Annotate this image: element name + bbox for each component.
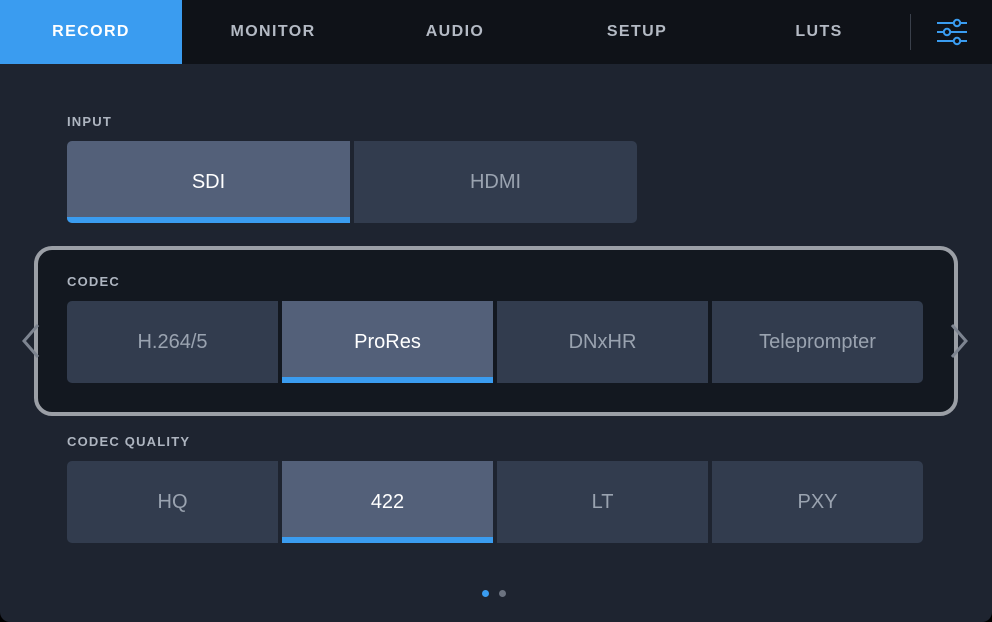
input-option-hdmi[interactable]: HDMI	[354, 141, 637, 223]
selected-indicator	[67, 217, 350, 223]
codec-label: CODEC	[67, 274, 120, 289]
tab-record[interactable]: RECORD	[0, 0, 182, 64]
selected-indicator	[282, 377, 493, 383]
tab-audio[interactable]: AUDIO	[364, 0, 546, 64]
option-label: HQ	[157, 490, 188, 513]
tab-luts[interactable]: LUTS	[728, 0, 910, 64]
option-label: Teleprompter	[759, 330, 876, 353]
codec-option-teleprompter[interactable]: Teleprompter	[712, 301, 923, 383]
page-indicator	[482, 590, 506, 597]
chevron-left-icon[interactable]	[20, 322, 42, 360]
option-label: LT	[591, 490, 614, 513]
codec-option-dnxhr[interactable]: DNxHR	[497, 301, 708, 383]
option-label: ProRes	[354, 330, 421, 353]
option-label: DNxHR	[568, 330, 637, 353]
option-label: SDI	[191, 170, 226, 193]
record-screen: RECORD MONITOR AUDIO SETUP LUTS INPUT SD…	[0, 0, 992, 622]
option-label: PXY	[797, 490, 838, 513]
option-label: HDMI	[469, 170, 522, 193]
quality-option-hq[interactable]: HQ	[67, 461, 278, 543]
chevron-right-icon[interactable]	[948, 322, 970, 360]
codec-quality-selector: HQ 422 LT PXY	[67, 461, 923, 543]
option-label: 422	[370, 490, 405, 513]
input-label: INPUT	[67, 114, 112, 129]
quality-option-pxy[interactable]: PXY	[712, 461, 923, 543]
option-label: H.264/5	[137, 330, 208, 353]
quality-option-422[interactable]: 422	[282, 461, 493, 543]
codec-option-prores[interactable]: ProRes	[282, 301, 493, 383]
codec-option-h264[interactable]: H.264/5	[67, 301, 278, 383]
sliders-icon	[936, 18, 967, 46]
codec-quality-label: CODEC QUALITY	[67, 434, 191, 449]
settings-button[interactable]	[911, 0, 992, 64]
quality-option-lt[interactable]: LT	[497, 461, 708, 543]
page-dot-1[interactable]	[482, 590, 489, 597]
tab-setup[interactable]: SETUP	[546, 0, 728, 64]
input-option-sdi[interactable]: SDI	[67, 141, 350, 223]
page-dot-2[interactable]	[499, 590, 506, 597]
tab-bar: RECORD MONITOR AUDIO SETUP LUTS	[0, 0, 992, 64]
tab-monitor[interactable]: MONITOR	[182, 0, 364, 64]
codec-selector: H.264/5 ProRes DNxHR Teleprompter	[67, 301, 923, 383]
selected-indicator	[282, 537, 493, 543]
input-selector: SDI HDMI	[67, 141, 637, 223]
